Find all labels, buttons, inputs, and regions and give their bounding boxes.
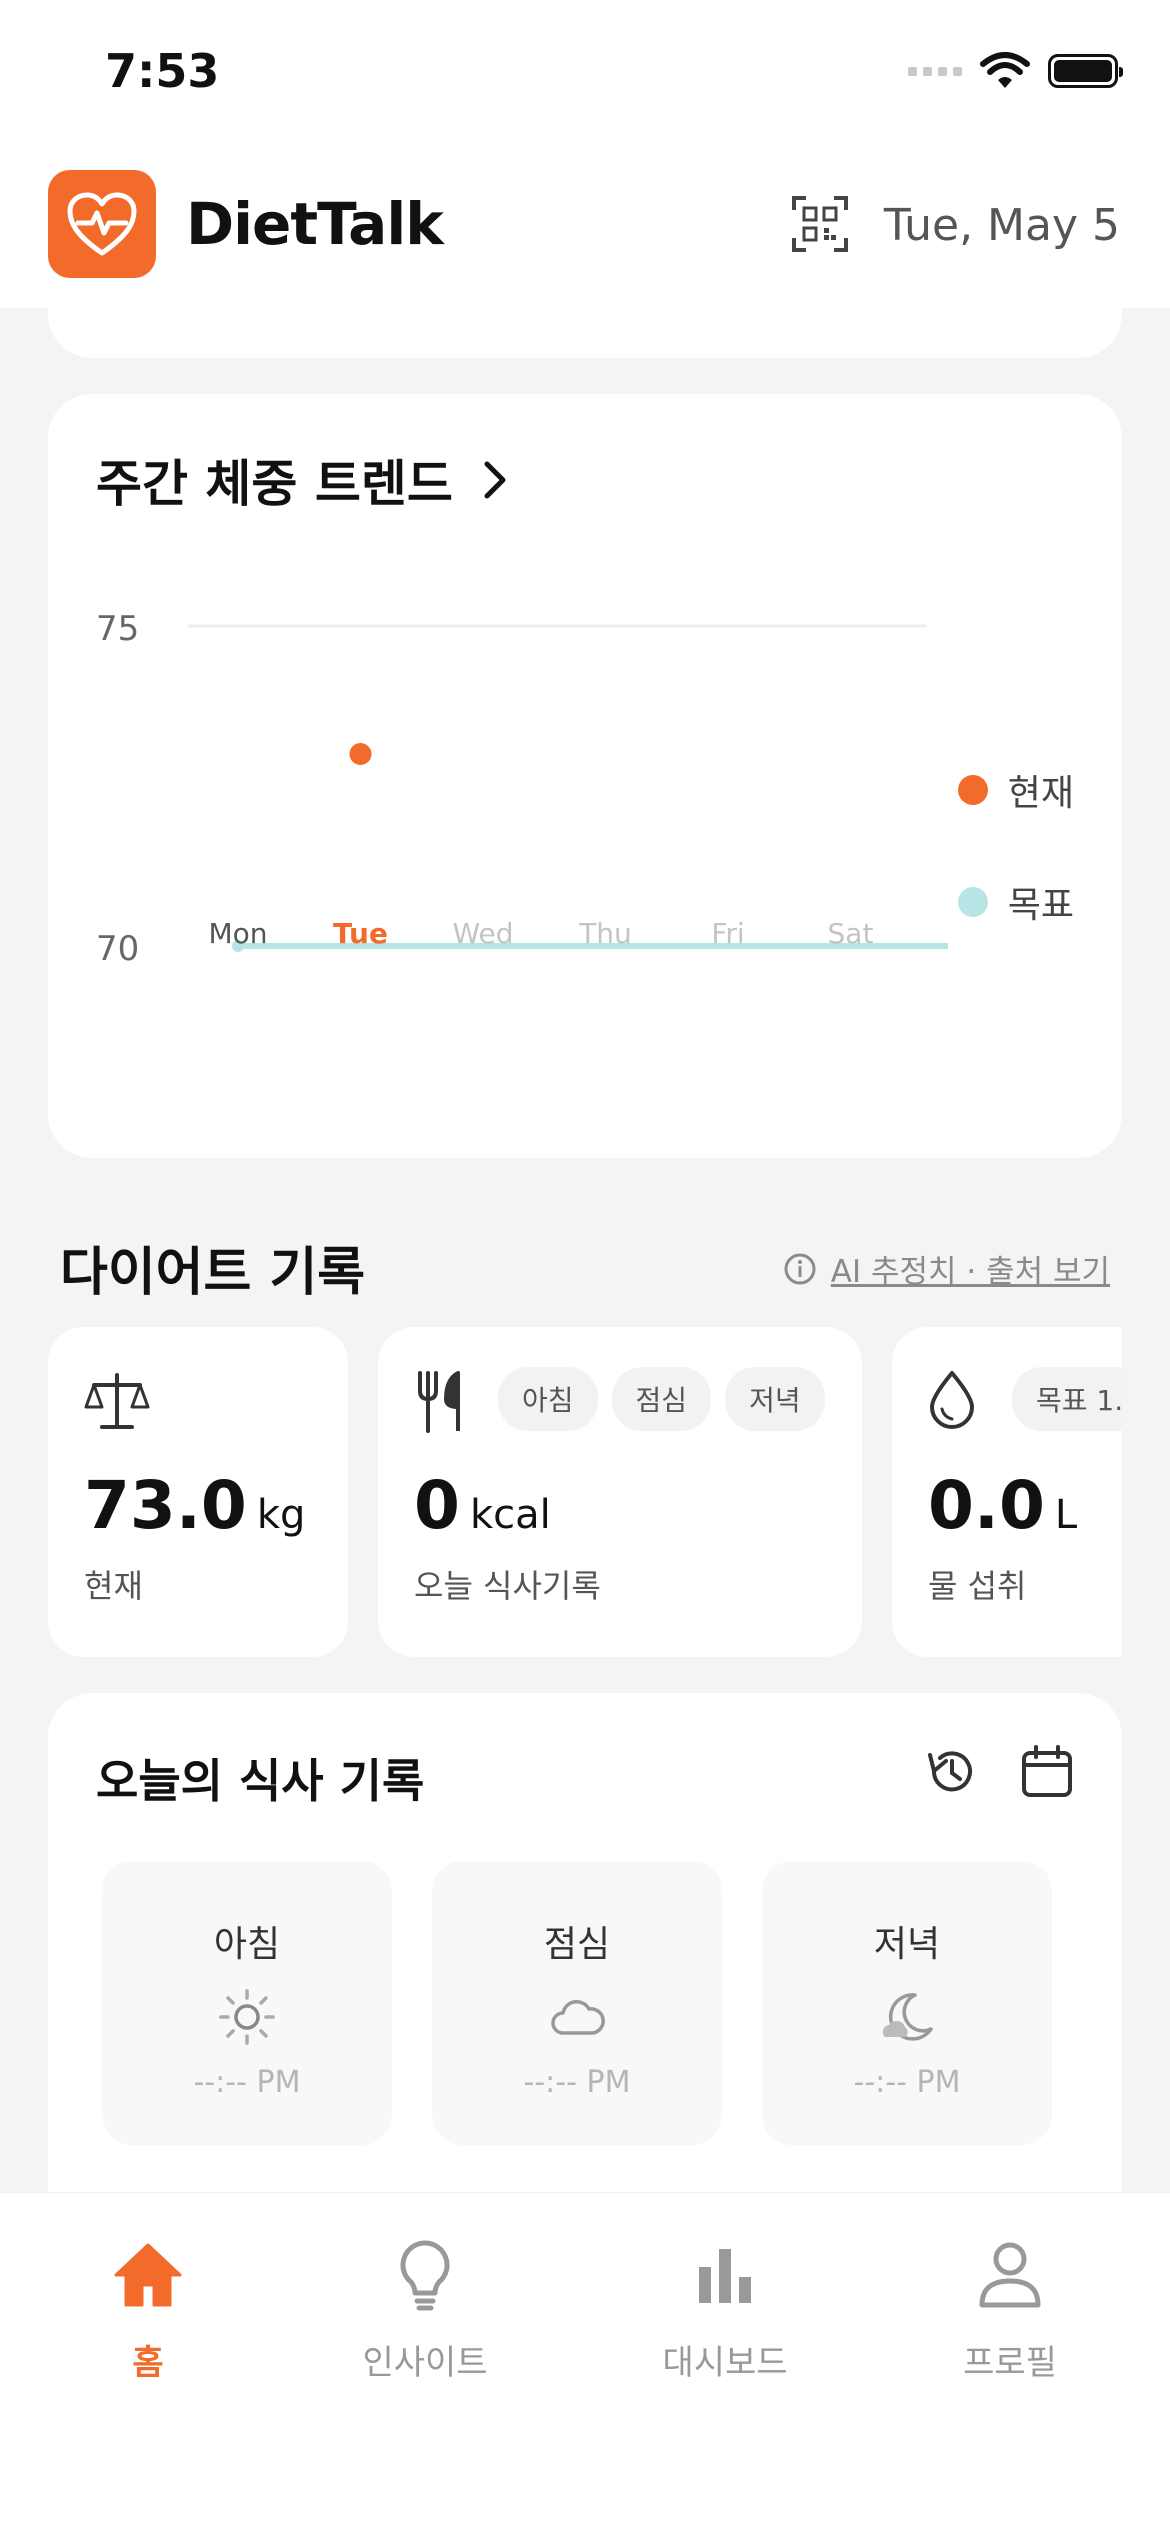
legend-item-current: 현재 [957, 764, 1074, 816]
meal-slot-dinner[interactable]: 저녁 --:-- PM [762, 1861, 1052, 2145]
app-screen: 7:53 DietTalk Tue, May 5 주간 체중 트렌드 70 75… [0, 0, 1170, 2532]
app-header: 7:53 DietTalk Tue, May 5 [0, 0, 1170, 308]
app-name: DietTalk [186, 190, 444, 258]
home-icon [114, 2243, 182, 2307]
status-icons [908, 52, 1123, 90]
calorie-unit: kcal [469, 1492, 551, 1538]
meal-slot-breakfast[interactable]: 아침 --:-- PM [102, 1861, 392, 2145]
calorie-value: 0 [414, 1467, 460, 1544]
meal-card-title: 오늘의 식사 기록 [96, 1754, 425, 1808]
nav-insight[interactable]: 인사이트 [305, 2237, 545, 2384]
ai-source-link[interactable]: AI 추정치 · 출처 보기 [783, 1246, 1110, 1291]
cellular-signal-icon [908, 66, 962, 76]
bar-chart-icon [699, 2249, 751, 2303]
legend-label-current: 현재 [1007, 773, 1074, 814]
x-tick-mon: Mon [208, 917, 267, 950]
moon-cloud-icon [882, 1993, 933, 2041]
weight-card-title-text: 주간 체중 트렌드 [96, 455, 453, 513]
legend-dot-current [957, 775, 988, 805]
chip-lunch[interactable]: 점심 [611, 1367, 712, 1431]
nav-insight-label: 인사이트 [362, 2343, 488, 2383]
bottom-nav: 홈 인사이트 대시보드 프로필 [0, 2192, 1170, 2532]
x-tick-thu: Thu [578, 917, 632, 950]
x-tick-sat: Sat [828, 917, 874, 950]
x-tick-sun: Sun [946, 917, 948, 950]
nav-dashboard-label: 대시보드 [662, 2343, 788, 2383]
meal-slot-lunch[interactable]: 점심 --:-- PM [432, 1861, 722, 2145]
status-time: 7:53 [105, 44, 220, 98]
user-icon [979, 2242, 1041, 2308]
meal-card-actions [924, 1743, 1074, 1799]
calendar-icon[interactable] [1020, 1743, 1074, 1799]
legend-item-goal: 목표 [957, 876, 1074, 928]
y-tick-75: 75 [96, 609, 139, 649]
lightbulb-icon [400, 2240, 450, 2311]
nav-profile-label: 프로필 [963, 2343, 1057, 2383]
meal-name-lunch: 점심 [543, 1924, 611, 1965]
water-stat-label: 물 섭취 [928, 1567, 1027, 1605]
chart-legend: 현재 목표 [957, 764, 1074, 988]
weight-stat-label: 현재 [84, 1567, 143, 1605]
legend-dot-goal [957, 887, 988, 917]
calorie-stat-card[interactable]: 아침 점심 저녁 0 kcal 오늘 식사기록 [378, 1327, 862, 1657]
nav-home[interactable]: 홈 [28, 2237, 268, 2384]
y-tick-70: 70 [96, 929, 139, 969]
water-goal-chip[interactable]: 목표 1. [1012, 1367, 1122, 1431]
water-unit: L [1054, 1492, 1078, 1538]
weight-value: 73.0 [84, 1467, 247, 1544]
cloud-icon [551, 2000, 605, 2035]
qr-scan-icon[interactable] [790, 194, 850, 254]
water-stat-value-group: 0.0 L [928, 1467, 1077, 1544]
x-tick-tue: Tue [333, 917, 388, 950]
meal-name-dinner: 저녁 [873, 1924, 941, 1965]
weekly-weight-card[interactable]: 주간 체중 트렌드 70 75 Mon Tue Wed Thu Fri Sat Sun 현재 목… [48, 394, 1122, 1158]
meal-name-breakfast: 아침 [213, 1924, 281, 1965]
water-stat-card[interactable]: 목표 1. 0.0 L 물 섭취 [892, 1327, 1122, 1657]
nav-profile[interactable]: 프로필 [890, 2237, 1130, 2384]
series-point-0-0 [349, 743, 372, 765]
wifi-icon [980, 52, 1030, 88]
heart-pulse-icon [67, 192, 137, 256]
legend-label-goal: 목표 [1007, 885, 1074, 926]
chevron-right-icon [484, 461, 506, 499]
chip-breakfast[interactable]: 아침 [498, 1367, 598, 1431]
nav-dashboard[interactable]: 대시보드 [605, 2237, 845, 2384]
weight-unit: kg [256, 1492, 306, 1538]
water-drop-icon [930, 1371, 974, 1429]
scale-icon [84, 1373, 150, 1429]
calorie-stat-label: 오늘 식사기록 [414, 1567, 601, 1605]
info-icon [784, 1253, 816, 1284]
water-value: 0.0 [928, 1467, 1045, 1544]
battery-icon [1048, 54, 1123, 88]
weight-stat-value-group: 73.0 kg [84, 1467, 305, 1544]
weight-stat-card[interactable]: 73.0 kg 현재 [48, 1327, 348, 1657]
meal-time-dinner: --:-- PM [853, 2065, 961, 2100]
x-tick-fri: Fri [711, 917, 744, 950]
x-tick-wed: Wed [452, 917, 513, 950]
meal-time-breakfast: --:-- PM [193, 2065, 301, 2100]
meal-chips: 아침 점심 저녁 [498, 1367, 825, 1431]
weight-card-title[interactable]: 주간 체중 트렌드 [96, 444, 509, 516]
sun-icon [219, 1989, 275, 2045]
history-icon[interactable] [924, 1743, 980, 1799]
water-goal-chips: 목표 1. [1012, 1367, 1122, 1431]
calorie-stat-value-group: 0 kcal [414, 1467, 551, 1544]
fork-knife-icon [418, 1371, 460, 1433]
header-date: Tue, May 5 [883, 200, 1120, 251]
diet-section-title: 다이어트 기록 [60, 1243, 366, 1303]
ai-source-link-text: AI 추정치 · 출처 보기 [830, 1254, 1110, 1290]
weight-trend-chart: 70 75 Mon Tue Wed Thu Fri Sat Sun [96, 609, 948, 969]
chip-dinner[interactable]: 저녁 [725, 1367, 825, 1431]
nav-home-label: 홈 [132, 2343, 164, 2383]
app-logo [48, 170, 156, 278]
meal-time-lunch: --:-- PM [523, 2065, 631, 2100]
